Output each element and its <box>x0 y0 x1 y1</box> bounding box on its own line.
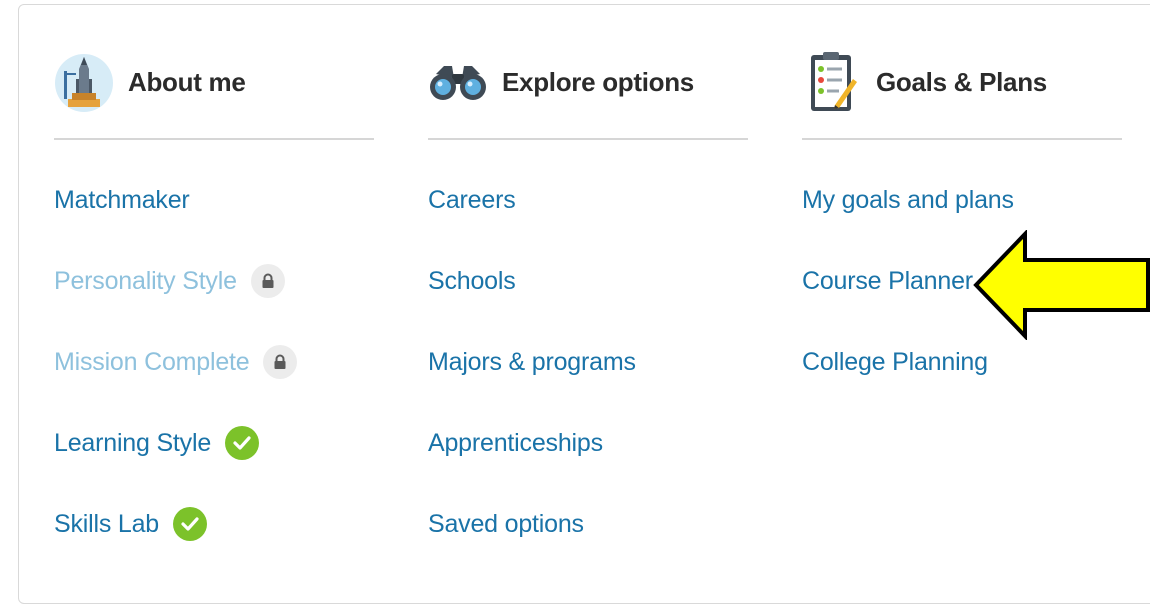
list-item: Careers <box>428 180 750 261</box>
link-list: Careers Schools Majors & programs Appren… <box>428 180 750 585</box>
link-list: Matchmaker Personality Style Mission Com… <box>54 180 376 585</box>
clipboard-checklist-icon <box>802 49 862 115</box>
list-item: Matchmaker <box>54 180 376 261</box>
link-label: Skills Lab <box>54 510 159 538</box>
column-title: About me <box>128 66 246 97</box>
link-learning-style[interactable]: Learning Style <box>54 423 260 463</box>
link-label: Schools <box>428 267 516 295</box>
link-label: Saved options <box>428 510 584 538</box>
link-my-goals-and-plans[interactable]: My goals and plans <box>802 180 1014 220</box>
link-majors-programs[interactable]: Majors & programs <box>428 342 636 382</box>
binoculars-icon <box>428 49 488 115</box>
column-header: Goals & Plans <box>802 44 1124 120</box>
link-label: Matchmaker <box>54 186 190 214</box>
link-skills-lab[interactable]: Skills Lab <box>54 504 207 544</box>
link-college-planning[interactable]: College Planning <box>802 342 988 382</box>
link-label: Learning Style <box>54 429 212 457</box>
list-item: Apprenticeships <box>428 423 750 504</box>
link-label: My goals and plans <box>802 186 1014 214</box>
column-divider <box>54 138 374 140</box>
list-item: Saved options <box>428 504 750 585</box>
column-title: Explore options <box>502 66 694 97</box>
column-divider <box>428 138 748 140</box>
link-course-planner[interactable]: Course Planner <box>802 261 973 301</box>
link-careers[interactable]: Careers <box>428 180 516 220</box>
link-schools[interactable]: Schools <box>428 261 516 301</box>
link-label: Course Planner <box>802 267 973 295</box>
list-item: Skills Lab <box>54 504 376 585</box>
link-mission-complete[interactable]: Mission Complete <box>54 342 298 382</box>
column-divider <box>802 138 1122 140</box>
yellow-arrow-icon <box>973 230 1150 340</box>
list-item: Majors & programs <box>428 342 750 423</box>
lock-icon <box>250 264 285 298</box>
list-item: College Planning <box>802 342 1124 423</box>
link-label: College Planning <box>802 348 988 376</box>
link-personality-style[interactable]: Personality Style <box>54 261 285 301</box>
check-icon <box>225 426 260 460</box>
column-header: Explore options <box>428 44 750 120</box>
list-item: Schools <box>428 261 750 342</box>
link-label: Majors & programs <box>428 348 636 376</box>
list-item: Personality Style <box>54 261 376 342</box>
link-label: Personality Style <box>54 267 237 295</box>
list-item: Mission Complete <box>54 342 376 423</box>
link-matchmaker[interactable]: Matchmaker <box>54 180 190 220</box>
column-title: Goals & Plans <box>876 66 1047 97</box>
list-item: Learning Style <box>54 423 376 504</box>
link-saved-options[interactable]: Saved options <box>428 504 584 544</box>
link-label: Mission Complete <box>54 348 250 376</box>
lock-icon <box>263 345 298 379</box>
link-apprenticeships[interactable]: Apprenticeships <box>428 423 603 463</box>
column-header: About me <box>54 44 376 120</box>
link-label: Careers <box>428 186 516 214</box>
link-label: Apprenticeships <box>428 429 603 457</box>
rocket-launch-icon <box>54 49 114 115</box>
check-icon <box>173 507 207 541</box>
